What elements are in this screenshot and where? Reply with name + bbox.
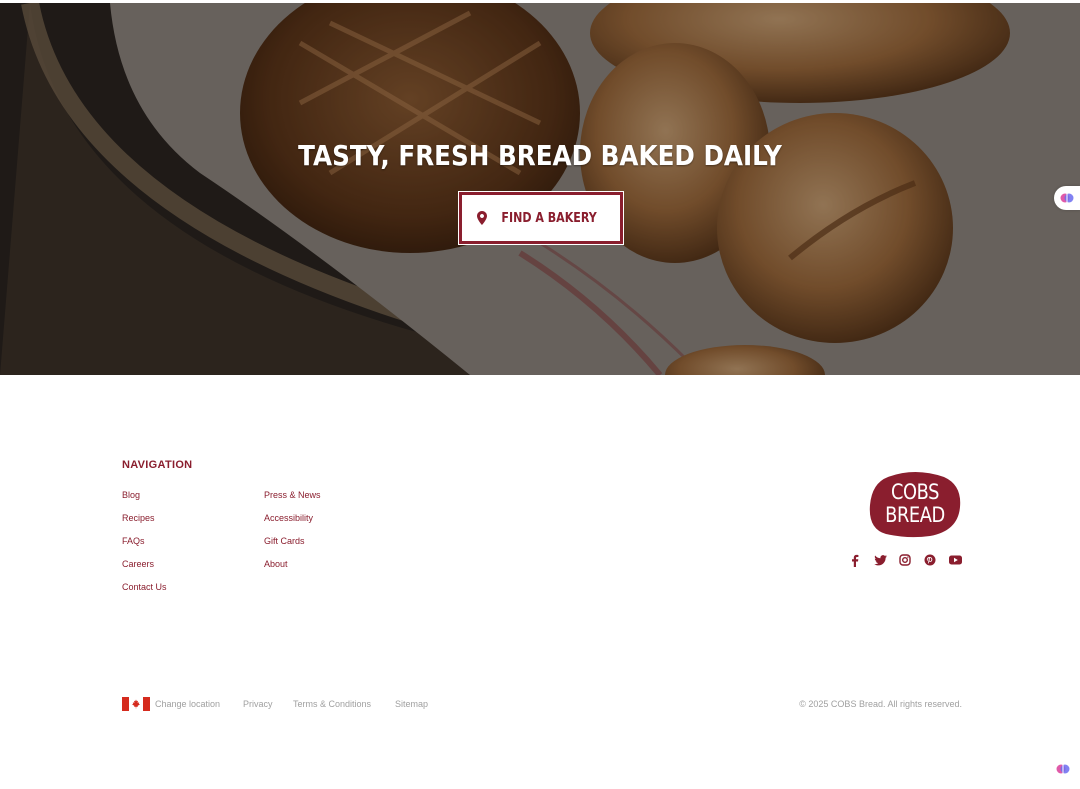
nav-link-about[interactable]: About xyxy=(264,558,321,581)
map-pin-icon xyxy=(476,211,487,225)
find-a-bakery-button[interactable]: FIND A BAKERY xyxy=(458,191,624,245)
change-location-link[interactable]: Change location xyxy=(155,699,220,709)
navigation-heading: NAVIGATION xyxy=(122,459,193,471)
nav-link-press-news[interactable]: Press & News xyxy=(264,489,321,512)
terms-conditions-link[interactable]: Terms & Conditions xyxy=(293,699,371,709)
assistant-widget-button[interactable] xyxy=(1054,186,1080,210)
nav-link-gift-cards[interactable]: Gift Cards xyxy=(264,535,321,558)
assistant-widget-bottom-button[interactable] xyxy=(1052,758,1074,780)
nav-link-recipes[interactable]: Recipes xyxy=(122,512,167,535)
hero-banner: TASTY, FRESH BREAD BAKED DAILY FIND A BA… xyxy=(0,3,1080,375)
facebook-icon[interactable] xyxy=(848,553,862,567)
nav-link-contact-us[interactable]: Contact Us xyxy=(122,581,167,604)
canada-flag-icon[interactable] xyxy=(122,697,150,711)
pinterest-icon[interactable] xyxy=(923,553,937,567)
hero-title: TASTY, FRESH BREAD BAKED DAILY xyxy=(298,139,782,172)
nav-link-faqs[interactable]: FAQs xyxy=(122,535,167,558)
nav-link-blog[interactable]: Blog xyxy=(122,489,167,512)
sitemap-link[interactable]: Sitemap xyxy=(395,699,428,709)
logo-line-2: BREAD xyxy=(885,503,945,527)
cobs-bread-logo[interactable]: COBS BREAD xyxy=(868,471,962,539)
bread-background-image xyxy=(0,3,1080,375)
logo-line-1: COBS xyxy=(890,480,940,504)
nav-link-careers[interactable]: Careers xyxy=(122,558,167,581)
copyright-text: © 2025 COBS Bread. All rights reserved. xyxy=(799,699,962,709)
find-a-bakery-label: FIND A BAKERY xyxy=(501,210,597,226)
brain-icon xyxy=(1056,764,1070,774)
brain-icon xyxy=(1060,193,1074,203)
nav-link-accessibility[interactable]: Accessibility xyxy=(264,512,321,535)
privacy-link[interactable]: Privacy xyxy=(243,699,273,709)
instagram-icon[interactable] xyxy=(898,553,912,567)
site-footer: NAVIGATION Blog Recipes FAQs Careers Con… xyxy=(0,375,1080,789)
nav-column-2: Press & News Accessibility Gift Cards Ab… xyxy=(264,489,321,581)
footer-bottom-bar: Change location Privacy Terms & Conditio… xyxy=(122,696,962,712)
youtube-icon[interactable] xyxy=(948,553,962,567)
nav-column-1: Blog Recipes FAQs Careers Contact Us xyxy=(122,489,167,604)
twitter-icon[interactable] xyxy=(873,553,887,567)
social-links xyxy=(848,553,962,567)
